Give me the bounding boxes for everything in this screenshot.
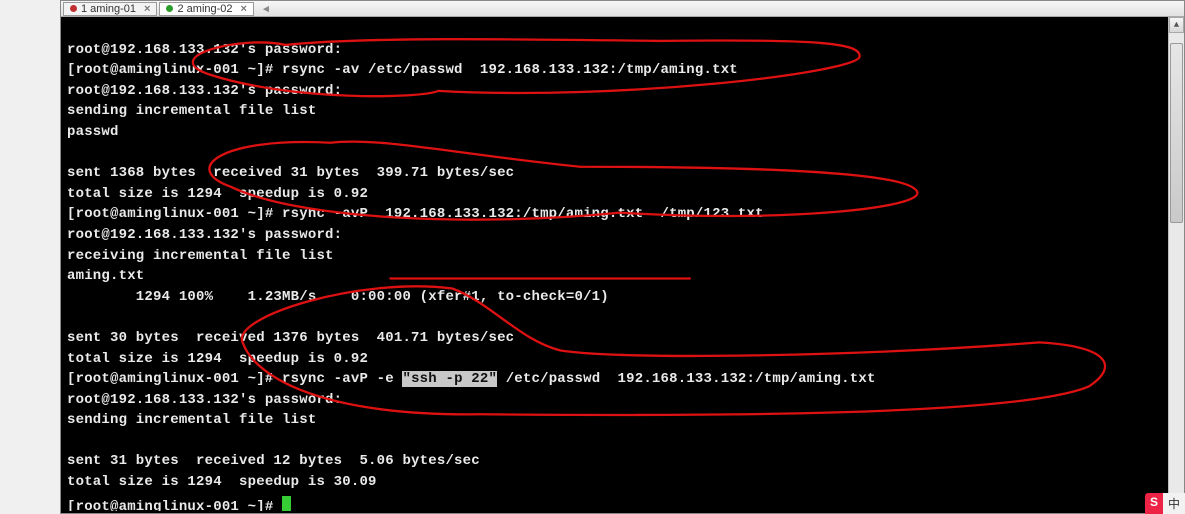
add-tab-button[interactable]: ◂	[256, 2, 276, 16]
status-dot-icon	[70, 5, 77, 12]
term-line: [root@aminglinux-001 ~]#	[67, 499, 291, 511]
term-line: [root@aminglinux-001 ~]# rsync -av /etc/…	[67, 62, 738, 78]
ime-badge[interactable]: S 中	[1145, 493, 1185, 514]
terminal-window: 1 aming-01 × 2 aming-02 × ◂ root@192.168…	[60, 0, 1185, 514]
highlighted-text: "ssh -p 22"	[402, 371, 497, 387]
term-line: sent 1368 bytes received 31 bytes 399.71…	[67, 165, 514, 181]
cursor-icon	[282, 496, 291, 511]
tab-label: 2 aming-02	[177, 3, 232, 15]
term-line: 1294 100% 1.23MB/s 0:00:00 (xfer#1, to-c…	[67, 289, 609, 305]
terminal-output[interactable]: root@192.168.133.132's password: [root@a…	[67, 19, 1166, 511]
vertical-scrollbar[interactable]: ▲ ▼	[1168, 17, 1184, 513]
term-line: total size is 1294 speedup is 0.92	[67, 351, 368, 367]
term-line: sending incremental file list	[67, 412, 316, 428]
scroll-thumb[interactable]	[1170, 43, 1183, 223]
term-line: total size is 1294 speedup is 0.92	[67, 186, 368, 202]
tab-2[interactable]: 2 aming-02 ×	[159, 2, 253, 16]
ime-logo-icon: S	[1145, 493, 1163, 514]
term-line: sent 30 bytes received 1376 bytes 401.71…	[67, 330, 514, 346]
tab-bar: 1 aming-01 × 2 aming-02 × ◂	[61, 1, 1184, 17]
term-line: sending incremental file list	[67, 103, 316, 119]
scroll-track[interactable]	[1169, 33, 1184, 497]
scroll-up-button[interactable]: ▲	[1169, 17, 1184, 33]
term-line: root@192.168.133.132's password:	[67, 83, 342, 99]
close-icon[interactable]: ×	[144, 3, 150, 15]
term-line: passwd	[67, 124, 119, 140]
term-line: [root@aminglinux-001 ~]# rsync -avP 192.…	[67, 206, 764, 222]
term-line: sent 31 bytes received 12 bytes 5.06 byt…	[67, 453, 480, 469]
term-line: total size is 1294 speedup is 30.09	[67, 474, 377, 490]
term-line: [root@aminglinux-001 ~]# rsync -avP -e "…	[67, 371, 876, 387]
term-line: root@192.168.133.132's password:	[67, 42, 342, 58]
tab-label: 1 aming-01	[81, 3, 136, 15]
status-dot-icon	[166, 5, 173, 12]
ime-mode: 中	[1163, 493, 1185, 514]
close-icon[interactable]: ×	[241, 3, 247, 15]
tab-1[interactable]: 1 aming-01 ×	[63, 2, 157, 16]
term-line: aming.txt	[67, 268, 144, 284]
term-line: receiving incremental file list	[67, 248, 334, 264]
term-line: root@192.168.133.132's password:	[67, 392, 342, 408]
term-line: root@192.168.133.132's password:	[67, 227, 342, 243]
